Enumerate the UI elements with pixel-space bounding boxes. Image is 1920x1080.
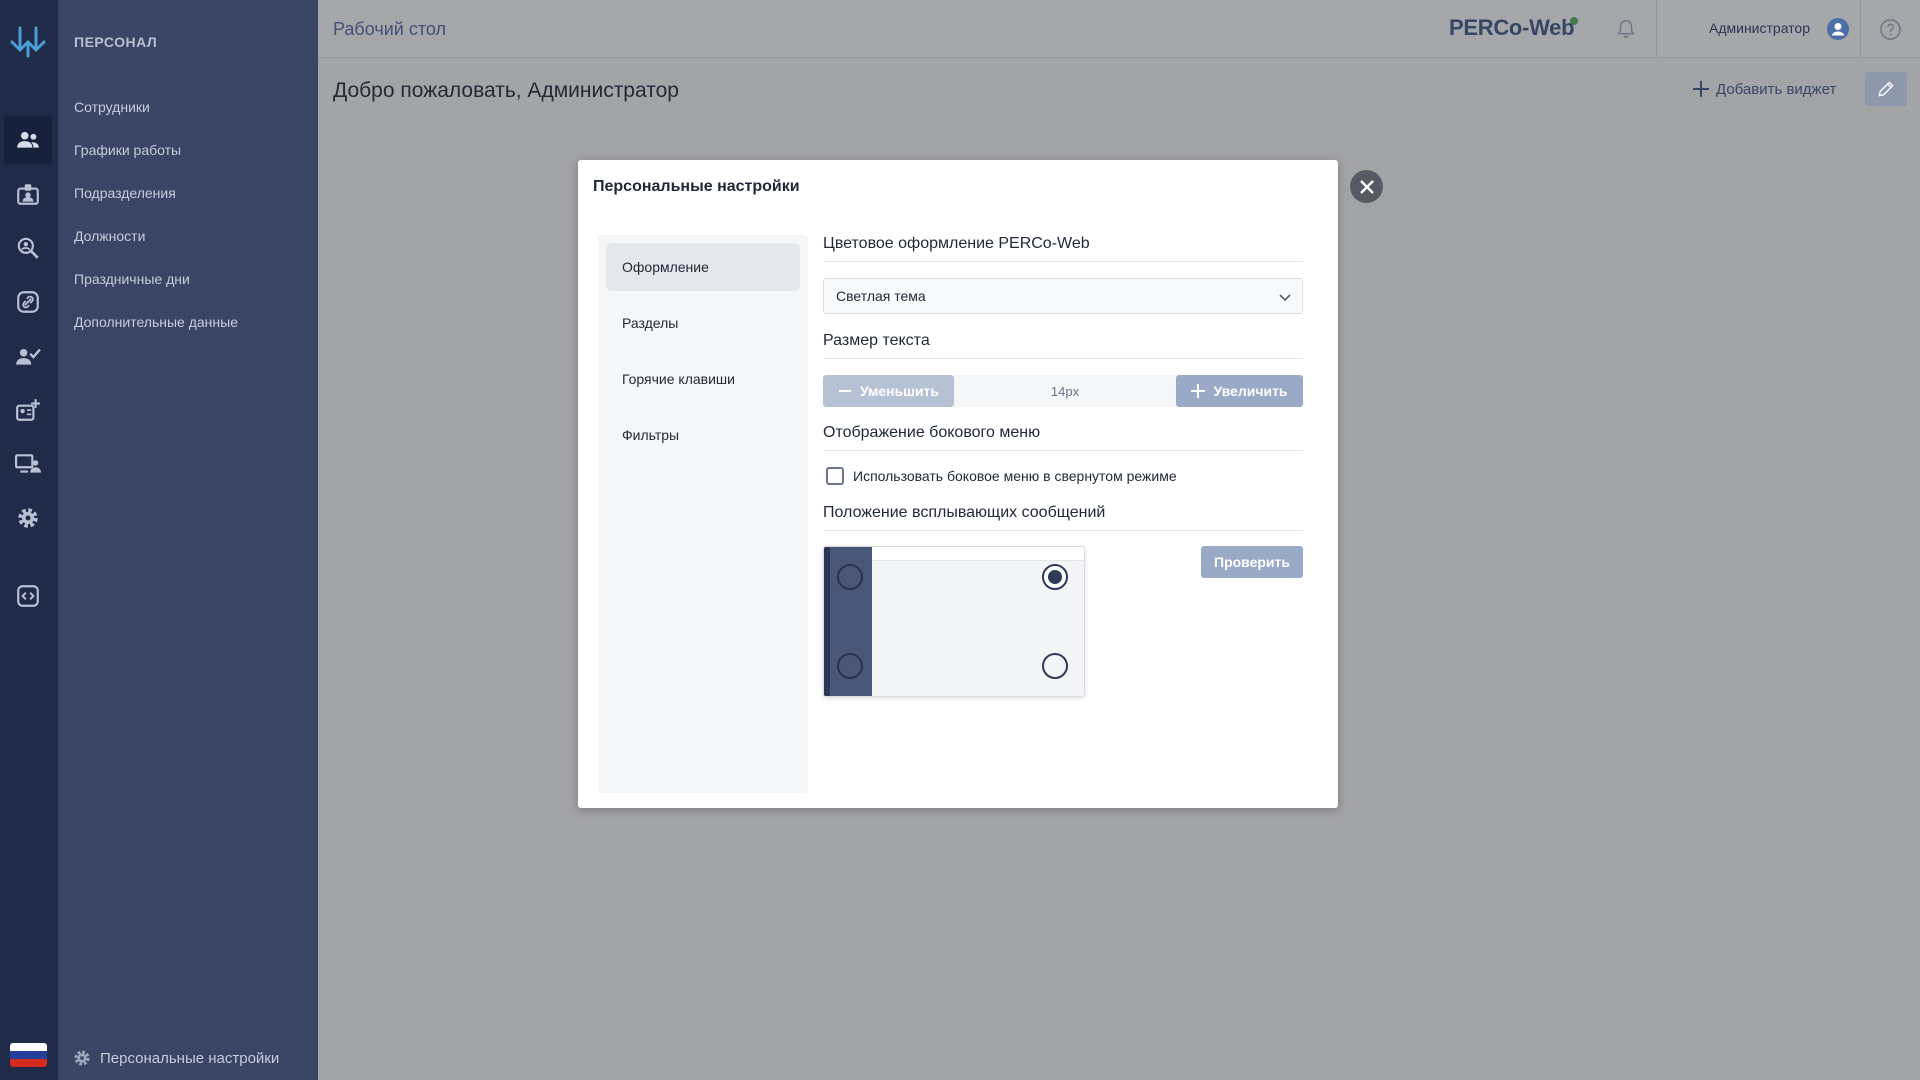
rail-people-icon[interactable] <box>4 116 52 164</box>
notifications-position-title: Положение всплывающих сообщений <box>823 504 1303 531</box>
personal-settings-dialog: Персональные настройки Оформление Раздел… <box>578 160 1338 808</box>
page-title: Рабочий стол <box>333 19 446 39</box>
rail-person-check-icon[interactable] <box>4 332 52 380</box>
text-size-value: 14px <box>954 375 1176 407</box>
user-avatar-icon[interactable] <box>1826 17 1850 41</box>
rail-gear-icon[interactable] <box>4 494 52 542</box>
bell-icon[interactable] <box>1615 18 1637 40</box>
position-top-right-radio[interactable] <box>1042 564 1068 590</box>
user-name[interactable]: Администратор <box>1709 20 1810 36</box>
decrease-text-button[interactable]: Уменьшить <box>823 375 954 407</box>
settings-menu-appearance[interactable]: Оформление <box>606 243 800 291</box>
pencil-icon <box>1878 81 1894 97</box>
divider <box>1656 0 1657 58</box>
position-top-left-radio[interactable] <box>837 564 863 590</box>
language-flag-icon[interactable] <box>10 1043 47 1067</box>
decrease-text-label: Уменьшить <box>860 383 939 399</box>
collapsed-menu-checkbox[interactable] <box>826 467 844 485</box>
test-notification-button[interactable]: Проверить <box>1201 546 1303 578</box>
settings-menu-filters[interactable]: Фильтры <box>606 411 800 459</box>
brand-dot-icon <box>1570 17 1578 25</box>
add-widget-label: Добавить виджет <box>1716 80 1837 98</box>
sidebar-item-holidays[interactable]: Праздничные дни <box>74 271 190 287</box>
icon-rail <box>0 0 58 1080</box>
gear-icon <box>74 1050 90 1066</box>
increase-text-button[interactable]: Увеличить <box>1176 375 1303 407</box>
sidebar-item-employees[interactable]: Сотрудники <box>74 99 150 115</box>
personal-settings-label: Персональные настройки <box>100 1049 280 1067</box>
rail-monitor-person-icon[interactable] <box>4 440 52 488</box>
collapsed-menu-option[interactable]: Использовать боковое меню в свернутом ре… <box>826 467 1177 485</box>
plus-icon <box>1693 81 1709 97</box>
chevron-down-icon <box>1279 294 1291 302</box>
edit-dashboard-button[interactable] <box>1865 72 1907 106</box>
sidebar-item-additional-data[interactable]: Дополнительные данные <box>74 314 238 330</box>
settings-menu-sections[interactable]: Разделы <box>606 299 800 347</box>
rail-id-card-add-icon[interactable] <box>4 386 52 434</box>
top-bar: Рабочий стол PERCo-Web Администратор <box>318 0 1920 58</box>
brand-logo: PERCo-Web <box>1449 15 1575 40</box>
notification-position-picker <box>823 546 1085 697</box>
sidebar-section-title: ПЕРСОНАЛ <box>74 34 158 50</box>
rail-link-icon[interactable] <box>4 278 52 326</box>
sidebar-item-positions[interactable]: Должности <box>74 228 145 244</box>
welcome-heading: Добро пожаловать, Администратор <box>333 79 679 102</box>
theme-select-value: Светлая тема <box>836 288 926 304</box>
position-bottom-right-radio[interactable] <box>1042 653 1068 679</box>
text-size-title: Размер текста <box>823 332 1303 359</box>
text-size-control: Уменьшить 14px Увеличить <box>823 375 1303 407</box>
collapsed-menu-label: Использовать боковое меню в свернутом ре… <box>853 468 1177 484</box>
plus-icon <box>1191 384 1206 398</box>
settings-menu: Оформление Разделы Горячие клавиши Фильт… <box>598 235 808 793</box>
close-dialog-button[interactable] <box>1350 170 1383 203</box>
add-widget-button[interactable]: Добавить виджет <box>1692 80 1836 98</box>
rail-badge-icon[interactable] <box>4 170 52 218</box>
increase-text-label: Увеличить <box>1213 383 1288 399</box>
dialog-title: Персональные настройки <box>593 178 800 195</box>
settings-menu-hotkeys[interactable]: Горячие клавиши <box>606 355 800 403</box>
divider <box>1860 0 1861 58</box>
side-menu-title: Отображение бокового меню <box>823 424 1303 451</box>
sidebar-item-schedules[interactable]: Графики работы <box>74 142 181 158</box>
rail-search-person-icon[interactable] <box>4 224 52 272</box>
sidebar-item-departments[interactable]: Подразделения <box>74 185 176 201</box>
personal-settings-link[interactable]: Персональные настройки <box>72 1048 279 1068</box>
help-icon[interactable] <box>1879 18 1902 41</box>
color-scheme-title: Цветовое оформление PERCo-Web <box>823 235 1303 262</box>
minus-icon <box>839 390 852 392</box>
position-bottom-left-radio[interactable] <box>837 653 863 679</box>
preview-topbar <box>872 547 1084 561</box>
theme-select[interactable]: Светлая тема <box>823 278 1303 314</box>
sidebar: ПЕРСОНАЛ Сотрудники Графики работы Подра… <box>58 0 318 1080</box>
close-icon <box>1359 179 1374 194</box>
perco-logo-icon[interactable] <box>6 20 50 64</box>
rail-code-icon[interactable] <box>4 572 52 620</box>
